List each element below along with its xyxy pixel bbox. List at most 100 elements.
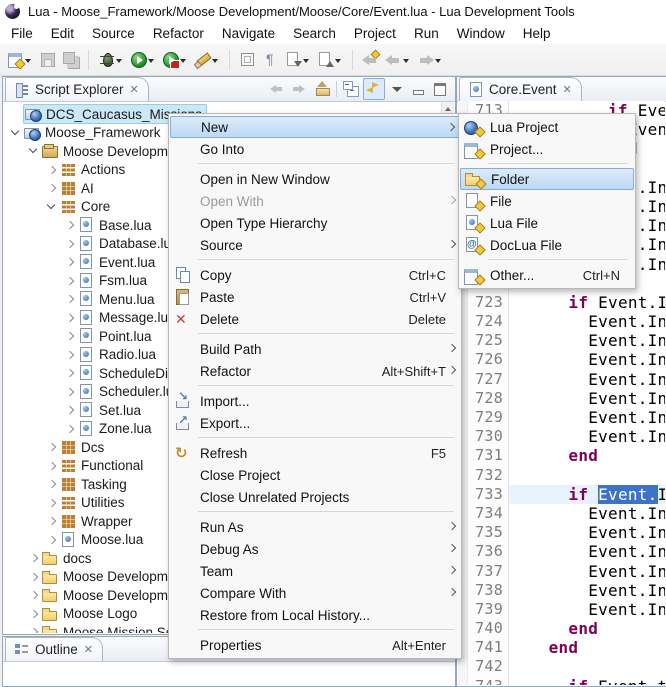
menu-item-team[interactable]: Team [170,560,460,582]
tree-expander-closed-icon[interactable] [44,512,59,530]
tree-expander-closed-icon[interactable] [44,494,59,512]
close-icon[interactable]: ✕ [563,83,572,96]
tree-expander-open-icon[interactable] [44,198,59,216]
run-external-button[interactable] [160,48,190,72]
tree-expander-closed-icon[interactable] [26,549,41,567]
run-button[interactable] [128,48,158,72]
menu-item-properties[interactable]: PropertiesAlt+Enter [170,634,460,656]
tree-expander-closed-icon[interactable] [44,475,59,493]
menu-item-debug-as[interactable]: Debug As [170,538,460,560]
next-annotation-button[interactable] [283,48,313,72]
tree-expander-closed-icon[interactable] [26,623,41,633]
forward-button[interactable] [415,48,445,72]
menu-item-new[interactable]: New [170,116,460,138]
maximize-button[interactable] [431,79,451,99]
menu-item-run-as[interactable]: Run As [170,516,460,538]
menu-item-go-into[interactable]: Go Into [170,138,460,160]
submenu-item-project[interactable]: Project... [460,138,634,160]
submenu-item-lua-file[interactable]: Lua File [460,212,634,234]
tree-expander-closed-icon[interactable] [62,272,77,290]
menu-item-refactor[interactable]: RefactorAlt+Shift+T [170,360,460,382]
dropdown-caret-icon[interactable] [402,51,411,68]
tree-expander-closed-icon[interactable] [62,327,77,345]
last-edit-location-button[interactable] [360,48,381,72]
menu-item-paste[interactable]: PasteCtrl+V [170,286,460,308]
dropdown-caret-icon[interactable] [334,51,343,68]
mark-occurrences-button[interactable] [237,48,258,72]
tree-expander-closed-icon[interactable] [62,253,77,271]
submenu-item-lua-project[interactable]: Lua Project [460,116,634,138]
minimize-button[interactable] [409,79,429,99]
show-whitespace-button[interactable] [260,48,281,72]
debug-button[interactable] [96,48,126,72]
tree-expander-closed-icon[interactable] [62,383,77,401]
menubar-item-refactor[interactable]: Refactor [144,23,213,44]
tab-script-explorer[interactable]: Script Explorer ✕ [5,77,149,101]
tree-expander-closed-icon[interactable] [44,531,59,549]
menubar-item-file[interactable]: File [2,23,42,44]
dropdown-caret-icon[interactable] [434,51,443,68]
tree-expander-closed-icon[interactable] [62,364,77,382]
tree-expander-closed-icon[interactable] [62,235,77,253]
dropdown-caret-icon[interactable] [24,51,33,68]
forward-button[interactable] [290,79,310,99]
submenu-item-file[interactable]: File [460,190,634,212]
menubar-item-edit[interactable]: Edit [42,23,83,44]
link-editor-button[interactable] [363,78,385,100]
new-wizard-button[interactable] [5,48,35,72]
menu-item-copy[interactable]: CopyCtrl+C [170,264,460,286]
menu-item-source[interactable]: Source [170,234,460,256]
menubar-item-source[interactable]: Source [83,23,144,44]
tree-expander-closed-icon[interactable] [62,309,77,327]
tree-expander-closed-icon[interactable] [44,179,59,197]
dropdown-caret-icon[interactable] [115,51,124,68]
tree-expander-closed-icon[interactable] [62,401,77,419]
view-menu-button[interactable] [387,79,407,99]
tree-expander-closed-icon[interactable] [62,290,77,308]
submenu-item-folder[interactable]: Folder [460,168,634,190]
previous-annotation-button[interactable] [315,48,345,72]
back-button[interactable] [383,48,413,72]
menubar-item-project[interactable]: Project [345,23,405,44]
close-icon[interactable]: ✕ [84,643,93,656]
submenu-item-other[interactable]: Other...Ctrl+N [460,264,634,286]
menubar-item-search[interactable]: Search [284,23,345,44]
menu-item-open-in-new-window[interactable]: Open in New Window [170,168,460,190]
up-button[interactable] [312,79,332,99]
dropdown-caret-icon[interactable] [179,51,188,68]
submenu-item-doclua-file[interactable]: DocLua File [460,234,634,256]
tree-expander-closed-icon[interactable] [44,161,59,179]
dropdown-caret-icon[interactable] [302,51,311,68]
tree-expander-open-icon[interactable] [26,142,41,160]
tree-expander-closed-icon[interactable] [26,586,41,604]
dropdown-caret-icon[interactable] [211,51,220,68]
tree-expander-closed-icon[interactable] [26,568,41,586]
tree-expander-closed-icon[interactable] [44,457,59,475]
menu-item-open-type-hierarchy[interactable]: Open Type Hierarchy [170,212,460,234]
menu-item-compare-with[interactable]: Compare With [170,582,460,604]
menubar-item-help[interactable]: Help [514,23,560,44]
menubar-item-run[interactable]: Run [405,23,448,44]
menu-item-refresh[interactable]: RefreshF5 [170,442,460,464]
close-icon[interactable]: ✕ [130,83,139,96]
menu-item-delete[interactable]: DeleteDelete [170,308,460,330]
tree-expander-closed-icon[interactable] [62,420,77,438]
tree-expander-closed-icon[interactable] [26,605,41,623]
tree-expander-open-icon[interactable] [8,124,23,142]
menu-item-restore-from-local-history[interactable]: Restore from Local History... [170,604,460,626]
tab-core-event[interactable]: Core.Event ✕ [459,77,582,101]
tree-expander-closed-icon[interactable] [62,346,77,364]
menu-item-import[interactable]: Import... [170,390,460,412]
tree-expander-closed-icon[interactable] [62,216,77,234]
format-brush-button[interactable] [192,48,222,72]
menu-item-close-unrelated-projects[interactable]: Close Unrelated Projects [170,486,460,508]
tab-outline[interactable]: Outline ✕ [5,637,103,661]
collapse-all-button[interactable] [341,79,361,99]
back-button[interactable] [268,79,288,99]
menubar-item-navigate[interactable]: Navigate [213,23,284,44]
menu-item-export[interactable]: Export... [170,412,460,434]
dropdown-caret-icon[interactable] [147,51,156,68]
menu-item-build-path[interactable]: Build Path [170,338,460,360]
menubar-item-window[interactable]: Window [448,23,514,44]
tree-expander-closed-icon[interactable] [44,438,59,456]
